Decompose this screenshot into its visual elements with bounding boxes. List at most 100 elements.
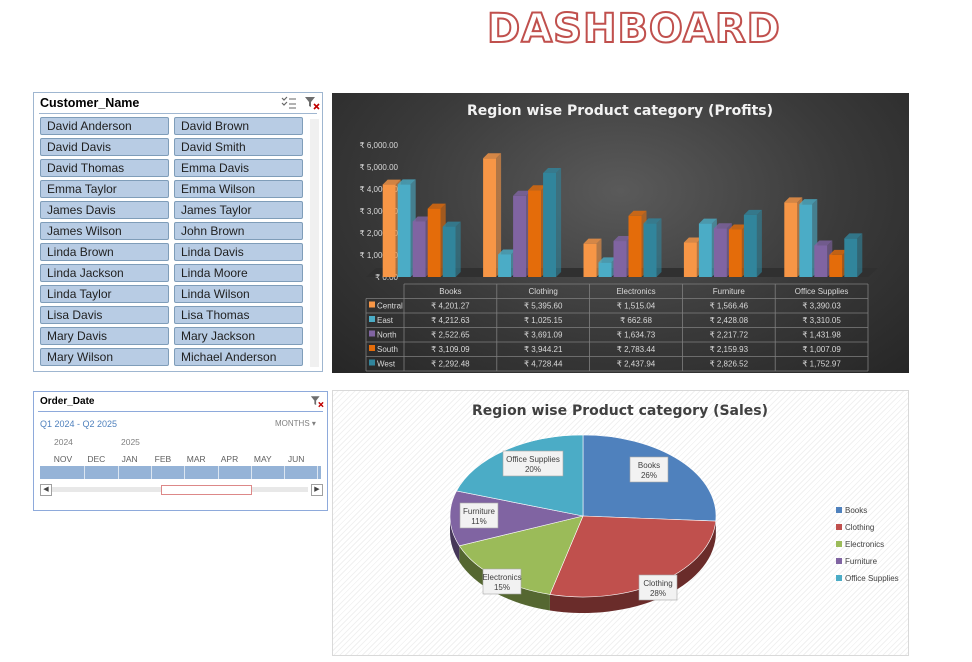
slicer-item[interactable]: David Brown	[174, 117, 303, 135]
callout-category: Furniture	[463, 507, 496, 516]
clear-filter-icon[interactable]	[310, 395, 324, 408]
bar-central	[584, 244, 597, 277]
scroll-left-icon[interactable]: ◀	[40, 484, 52, 496]
bar-central	[483, 158, 496, 277]
legend-key	[836, 507, 842, 513]
slicer-item[interactable]: Lisa Davis	[40, 306, 169, 324]
bar-central	[684, 243, 697, 277]
sales-chart-title: Region wise Product category (Sales)	[472, 403, 768, 419]
callout-percent: 15%	[494, 583, 510, 592]
slicer-item[interactable]: David Smith	[174, 138, 303, 156]
profits-chart: Region wise Product category (Profits) ₹…	[332, 93, 909, 373]
legend-key-south	[369, 345, 375, 351]
timeline-period-divider	[84, 466, 85, 479]
timeline-month-label[interactable]: DEC	[80, 454, 112, 464]
timeline-period-divider	[284, 466, 285, 479]
bar-west	[443, 227, 456, 277]
table-cell-value: ₹ 2,437.94	[617, 360, 656, 369]
legend-key	[836, 558, 842, 564]
slicer-item[interactable]: Mary Davis	[40, 327, 169, 345]
timeline-scrollbar[interactable]: ◀ ▶	[40, 484, 322, 496]
bar-north	[614, 241, 627, 277]
slicer-item[interactable]: Linda Taylor	[40, 285, 169, 303]
table-cell-value: ₹ 1,007.09	[802, 345, 841, 354]
bar-south	[629, 216, 642, 277]
legend-label: Electronics	[845, 540, 884, 549]
legend-label: Clothing	[845, 523, 874, 532]
timeline-selection-bar[interactable]	[40, 466, 321, 479]
timeline-month-label[interactable]: NOV	[47, 454, 79, 464]
slicer-item[interactable]: Mary Wilson	[40, 348, 169, 366]
table-cell-value: ₹ 3,691.09	[524, 331, 563, 340]
slicer-scrollbar[interactable]	[310, 119, 319, 367]
slicer-item[interactable]: Linda Wilson	[174, 285, 303, 303]
timeline-month-label[interactable]: FEB	[147, 454, 179, 464]
customer-name-slicer: Customer_Name David Anderson David Brown D…	[33, 92, 323, 372]
slicer-item[interactable]: Linda Brown	[40, 243, 169, 261]
legend-key-west	[369, 360, 375, 366]
timeline-month-label[interactable]: MAR	[180, 454, 212, 464]
y-tick-label: ₹ 5,000.00	[360, 163, 399, 172]
slicer-item[interactable]: Linda Davis	[174, 243, 303, 261]
timeline-month-label[interactable]: JUN	[280, 454, 312, 464]
profits-chart-svg: Region wise Product category (Profits) ₹…	[332, 93, 909, 373]
table-cell-value: ₹ 2,159.93	[710, 345, 749, 354]
category-label: Office Supplies	[795, 287, 849, 296]
timeline-period-divider	[317, 466, 318, 479]
bar-north	[413, 222, 426, 277]
table-cell-value: ₹ 2,783.44	[617, 345, 656, 354]
scroll-right-icon[interactable]: ▶	[311, 484, 323, 496]
timeline-level-dropdown[interactable]: MONTHS ▾	[275, 419, 316, 428]
table-cell-value: ₹ 3,109.09	[431, 345, 470, 354]
bar-central	[383, 185, 396, 277]
callout-category: Clothing	[643, 579, 672, 588]
slicer-item[interactable]: James Davis	[40, 201, 169, 219]
y-tick-label: ₹ 6,000.00	[360, 141, 399, 150]
sales-chart-svg: Region wise Product category (Sales) Boo…	[333, 391, 910, 657]
clear-filter-icon[interactable]	[304, 96, 320, 110]
slicer-item[interactable]: Emma Taylor	[40, 180, 169, 198]
slicer-item[interactable]: James Taylor	[174, 201, 303, 219]
category-label: Furniture	[713, 287, 746, 296]
slicer-item[interactable]: Linda Moore	[174, 264, 303, 282]
pie-data-label: Clothing28%	[639, 575, 677, 600]
dashboard-title: DASHBOARD	[487, 6, 781, 52]
legend-key	[836, 524, 842, 530]
callout-percent: 11%	[471, 517, 486, 526]
slicer-item[interactable]: Emma Wilson	[174, 180, 303, 198]
multi-select-icon[interactable]	[281, 96, 297, 110]
timeline-month-label[interactable]: JAN	[114, 454, 146, 464]
slicer-title: Customer_Name	[40, 96, 139, 110]
timeline-month-label[interactable]: APR	[214, 454, 246, 464]
slicer-item[interactable]: Lisa Thomas	[174, 306, 303, 324]
table-cell-value: ₹ 1,752.97	[802, 360, 841, 369]
bar-south	[729, 229, 742, 277]
slicer-item[interactable]: Michael Anderson	[174, 348, 303, 366]
legend-label: Office Supplies	[845, 574, 899, 583]
slicer-item[interactable]: John Brown	[174, 222, 303, 240]
bar-side	[757, 210, 762, 277]
bar-west	[844, 238, 857, 277]
slicer-item[interactable]: James Wilson	[40, 222, 169, 240]
slicer-item[interactable]: David Davis	[40, 138, 169, 156]
legend-key	[836, 575, 842, 581]
timeline-title: Order_Date	[40, 396, 94, 407]
table-cell-value: ₹ 1,634.73	[617, 331, 656, 340]
table-cell-value: ₹ 1,515.04	[617, 302, 656, 311]
bar-east	[699, 224, 712, 277]
slicer-item[interactable]: Mary Jackson	[174, 327, 303, 345]
bar-side	[857, 233, 862, 277]
timeline-month-label[interactable]: MAY	[247, 454, 279, 464]
category-label: Clothing	[529, 287, 558, 296]
slicer-item[interactable]: David Anderson	[40, 117, 169, 135]
legend-label: Books	[845, 506, 867, 515]
timeline-period-divider	[184, 466, 185, 479]
bar-east	[799, 204, 812, 277]
scroll-thumb[interactable]	[161, 485, 252, 495]
chevron-down-icon: ▾	[312, 419, 316, 428]
slicer-item[interactable]: Linda Jackson	[40, 264, 169, 282]
legend-key-east	[369, 316, 375, 322]
slicer-item[interactable]: David Thomas	[40, 159, 169, 177]
slicer-item[interactable]: Emma Davis	[174, 159, 303, 177]
bar-central	[784, 202, 797, 277]
